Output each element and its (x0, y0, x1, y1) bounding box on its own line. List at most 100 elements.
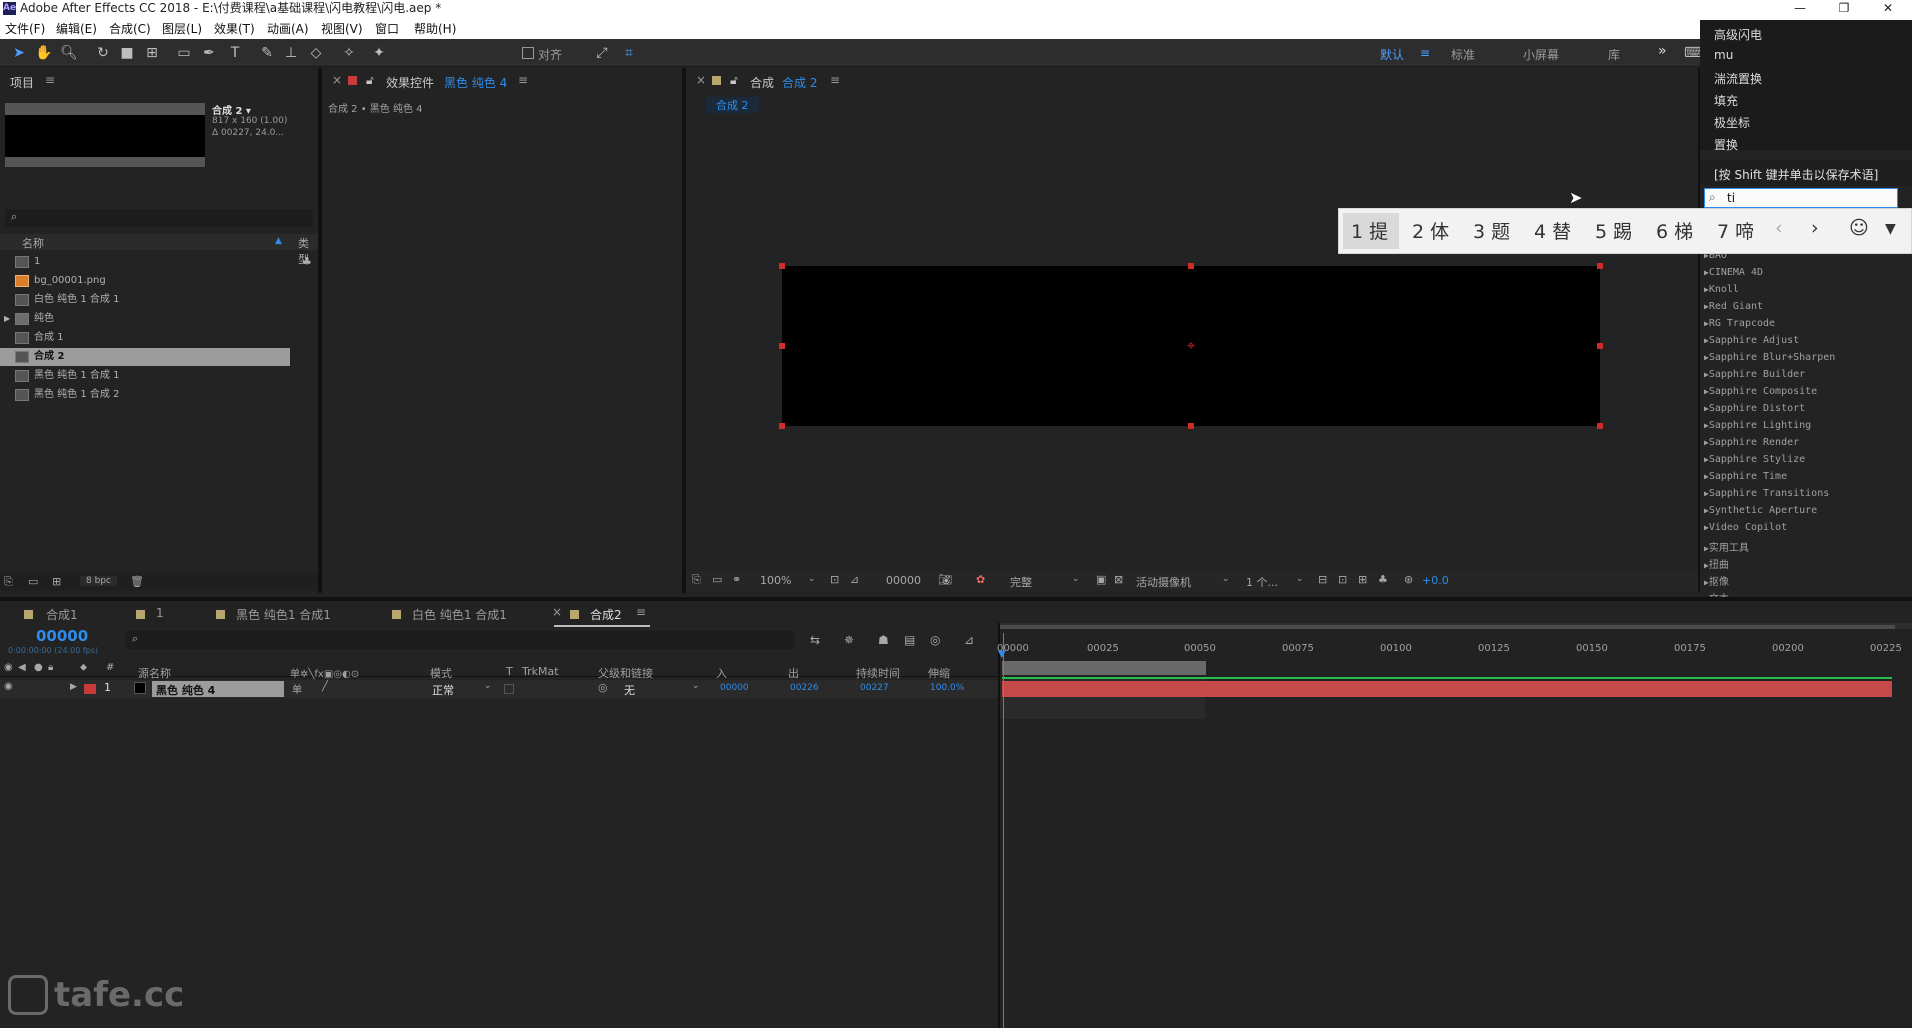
list-item[interactable]: 白色 纯色 1 合成 1 (0, 291, 318, 309)
transform-handle[interactable] (779, 423, 785, 429)
close-tab-icon[interactable]: × (332, 73, 342, 87)
layer-name-field[interactable]: 黑色 纯色 4 (152, 681, 284, 697)
monitor-icon[interactable]: ▭ (712, 573, 722, 586)
tab-1[interactable]: 1 (156, 606, 164, 620)
list-item[interactable]: 1 ♣ (0, 253, 318, 271)
frame-blending-icon[interactable]: ▤ (904, 633, 915, 647)
transparency-grid-icon[interactable]: ⊠ (1114, 573, 1123, 586)
lock-icon[interactable]: 🔓︎ (730, 73, 738, 88)
trash-icon[interactable]: 🗑︎ (130, 575, 144, 588)
camera-dropdown[interactable]: 活动摄像机 (1136, 574, 1191, 590)
zoom-tool-icon[interactable]: 🔍︎ (60, 44, 78, 62)
tab-comp-1[interactable]: 合成1 (46, 606, 78, 623)
work-area-bar[interactable] (1002, 661, 1206, 675)
bpc-button[interactable]: 8 bpc (80, 576, 117, 586)
effect-category-item[interactable]: ▶Sapphire Distort (1704, 403, 1805, 414)
rotate-tool-icon[interactable]: ↻ (94, 44, 112, 62)
chevron-down-icon[interactable]: ⌄ (1222, 574, 1230, 584)
menu-animation[interactable]: 动画(A) (267, 20, 309, 37)
ime-candidate[interactable]: 6 梯 (1656, 217, 1693, 244)
emoji-icon[interactable]: ☺ (1849, 217, 1869, 239)
lock-icon[interactable]: 🔓︎ (366, 73, 374, 88)
effect-category-item[interactable]: ▶Sapphire Blur+Sharpen (1704, 352, 1835, 363)
close-tab-icon[interactable]: × (696, 73, 706, 87)
menu-window[interactable]: 窗口 (375, 20, 399, 37)
new-folder-icon[interactable]: ▭ (28, 575, 38, 588)
mask-visibility-icon[interactable]: ⚭ (732, 573, 741, 586)
pen-tool-icon[interactable]: ✒ (200, 44, 218, 62)
expand-arrow-icon[interactable]: ▶ (70, 682, 77, 692)
ime-candidate[interactable]: 3 题 (1473, 217, 1510, 244)
parent-dropdown[interactable]: 无 (624, 682, 635, 698)
list-item[interactable]: 合成 1 (0, 329, 318, 347)
chevron-down-icon[interactable]: ⌄ (484, 681, 492, 691)
preserve-transparency-checkbox[interactable] (504, 684, 514, 694)
panel-menu-icon[interactable]: ≡ (636, 605, 646, 619)
menu-composition[interactable]: 合成(C) (109, 20, 151, 37)
col-mode[interactable]: 模式 (430, 665, 452, 681)
col-parent[interactable]: 父级和链接 (598, 665, 653, 681)
tab-black-solid-comp[interactable]: 黑色 纯色1 合成1 (236, 606, 331, 623)
previous-page-icon[interactable]: ‹ (1775, 217, 1783, 239)
always-preview-icon[interactable]: ⎘ (692, 573, 701, 587)
new-composition-icon[interactable]: ⊞ (52, 575, 61, 588)
effects-search-input[interactable]: ⌕ ti (1704, 188, 1898, 208)
shy-switch-icon[interactable]: 单 (292, 681, 302, 696)
effect-category-item[interactable]: ▶CINEMA 4D (1704, 267, 1763, 278)
ime-candidate[interactable]: 4 替 (1534, 217, 1571, 244)
col-duration[interactable]: 持续时间 (856, 665, 900, 681)
hide-shy-layers-icon[interactable]: ☗ (878, 633, 889, 647)
align-checkbox[interactable] (522, 47, 534, 59)
tab-white-solid-comp[interactable]: 白色 纯色1 合成1 (412, 606, 507, 623)
camera-tool-icon[interactable]: ■ (118, 44, 136, 62)
effect-category-item[interactable]: ▶实用工具 (1704, 539, 1749, 554)
ime-candidate[interactable]: 1 提 (1351, 217, 1388, 244)
effect-category-item[interactable]: ▶Knoll (1704, 284, 1739, 295)
menu-help[interactable]: 帮助(H) (414, 20, 456, 37)
puppet-pin-tool-icon[interactable]: ✦ (370, 44, 388, 62)
layer-in-point[interactable]: 00000 (720, 683, 749, 693)
workspace-default[interactable]: 默认 (1380, 46, 1404, 63)
menu-edit[interactable]: 编辑(E) (56, 20, 97, 37)
list-item-selected[interactable]: 合成 2 (0, 348, 290, 366)
workspace-small-screen[interactable]: 小屏幕 (1523, 46, 1559, 63)
effect-category-item[interactable]: ▶Sapphire Stylize (1704, 454, 1805, 465)
col-in[interactable]: 入 (716, 665, 727, 681)
graph-editor-icon[interactable]: ⊿ (964, 633, 974, 647)
pan-behind-tool-icon[interactable]: ⊞ (143, 44, 161, 62)
transform-handle[interactable] (779, 263, 785, 269)
brush-tool-icon[interactable]: ✎ (258, 44, 276, 62)
effect-category-item[interactable]: ▶Sapphire Adjust (1704, 335, 1799, 346)
time-navigator-bar[interactable] (1000, 625, 1895, 629)
tab-comp-2[interactable]: 合成2 (590, 606, 622, 623)
list-item[interactable]: ▶ 纯色 (0, 310, 318, 328)
sort-ascending-icon[interactable]: ▲ (275, 236, 282, 246)
col-t[interactable]: T (506, 665, 513, 678)
effect-category-item[interactable]: ▶Sapphire Render (1704, 437, 1799, 448)
chevron-down-icon[interactable]: ⌄ (1296, 574, 1304, 584)
expand-candidates-icon[interactable]: ▼ (1885, 221, 1896, 237)
chevron-down-icon[interactable]: ⌄ (692, 681, 700, 691)
ime-candidate[interactable]: 2 体 (1412, 217, 1449, 244)
col-stretch[interactable]: 伸缩 (928, 665, 950, 681)
zoom-dropdown[interactable]: 100% (760, 574, 791, 587)
ime-candidate[interactable]: 5 踢 (1595, 217, 1632, 244)
clone-stamp-tool-icon[interactable]: ⊥ (282, 44, 300, 62)
workspace-standard[interactable]: 标准 (1451, 46, 1475, 63)
roto-brush-tool-icon[interactable]: ✧ (340, 44, 358, 62)
flowchart-icon[interactable]: ♣ (1378, 573, 1388, 586)
video-toggle-icon[interactable]: ◉ (4, 662, 13, 673)
menu-effect[interactable]: 效果(T) (214, 20, 255, 37)
draft-3d-icon[interactable]: ✵ (844, 633, 854, 647)
label-tag-icon[interactable]: ⬥ (80, 662, 87, 673)
effect-controls-layer[interactable]: 黑色 纯色 4 (444, 74, 507, 91)
hand-tool-icon[interactable]: ✋ (35, 44, 53, 62)
motion-blur-icon[interactable]: ◎ (930, 633, 940, 647)
snapshot-icon[interactable]: 📷︎ (938, 573, 952, 586)
snapping-target-icon[interactable]: ⌗ (620, 44, 638, 62)
pick-whip-icon[interactable]: ◎ (598, 681, 608, 694)
transform-handle[interactable] (1597, 423, 1603, 429)
panel-divider[interactable] (1698, 68, 1700, 593)
layer-stretch[interactable]: 100.0% (930, 683, 964, 693)
workspace-menu-icon[interactable]: ≡ (1420, 46, 1430, 60)
